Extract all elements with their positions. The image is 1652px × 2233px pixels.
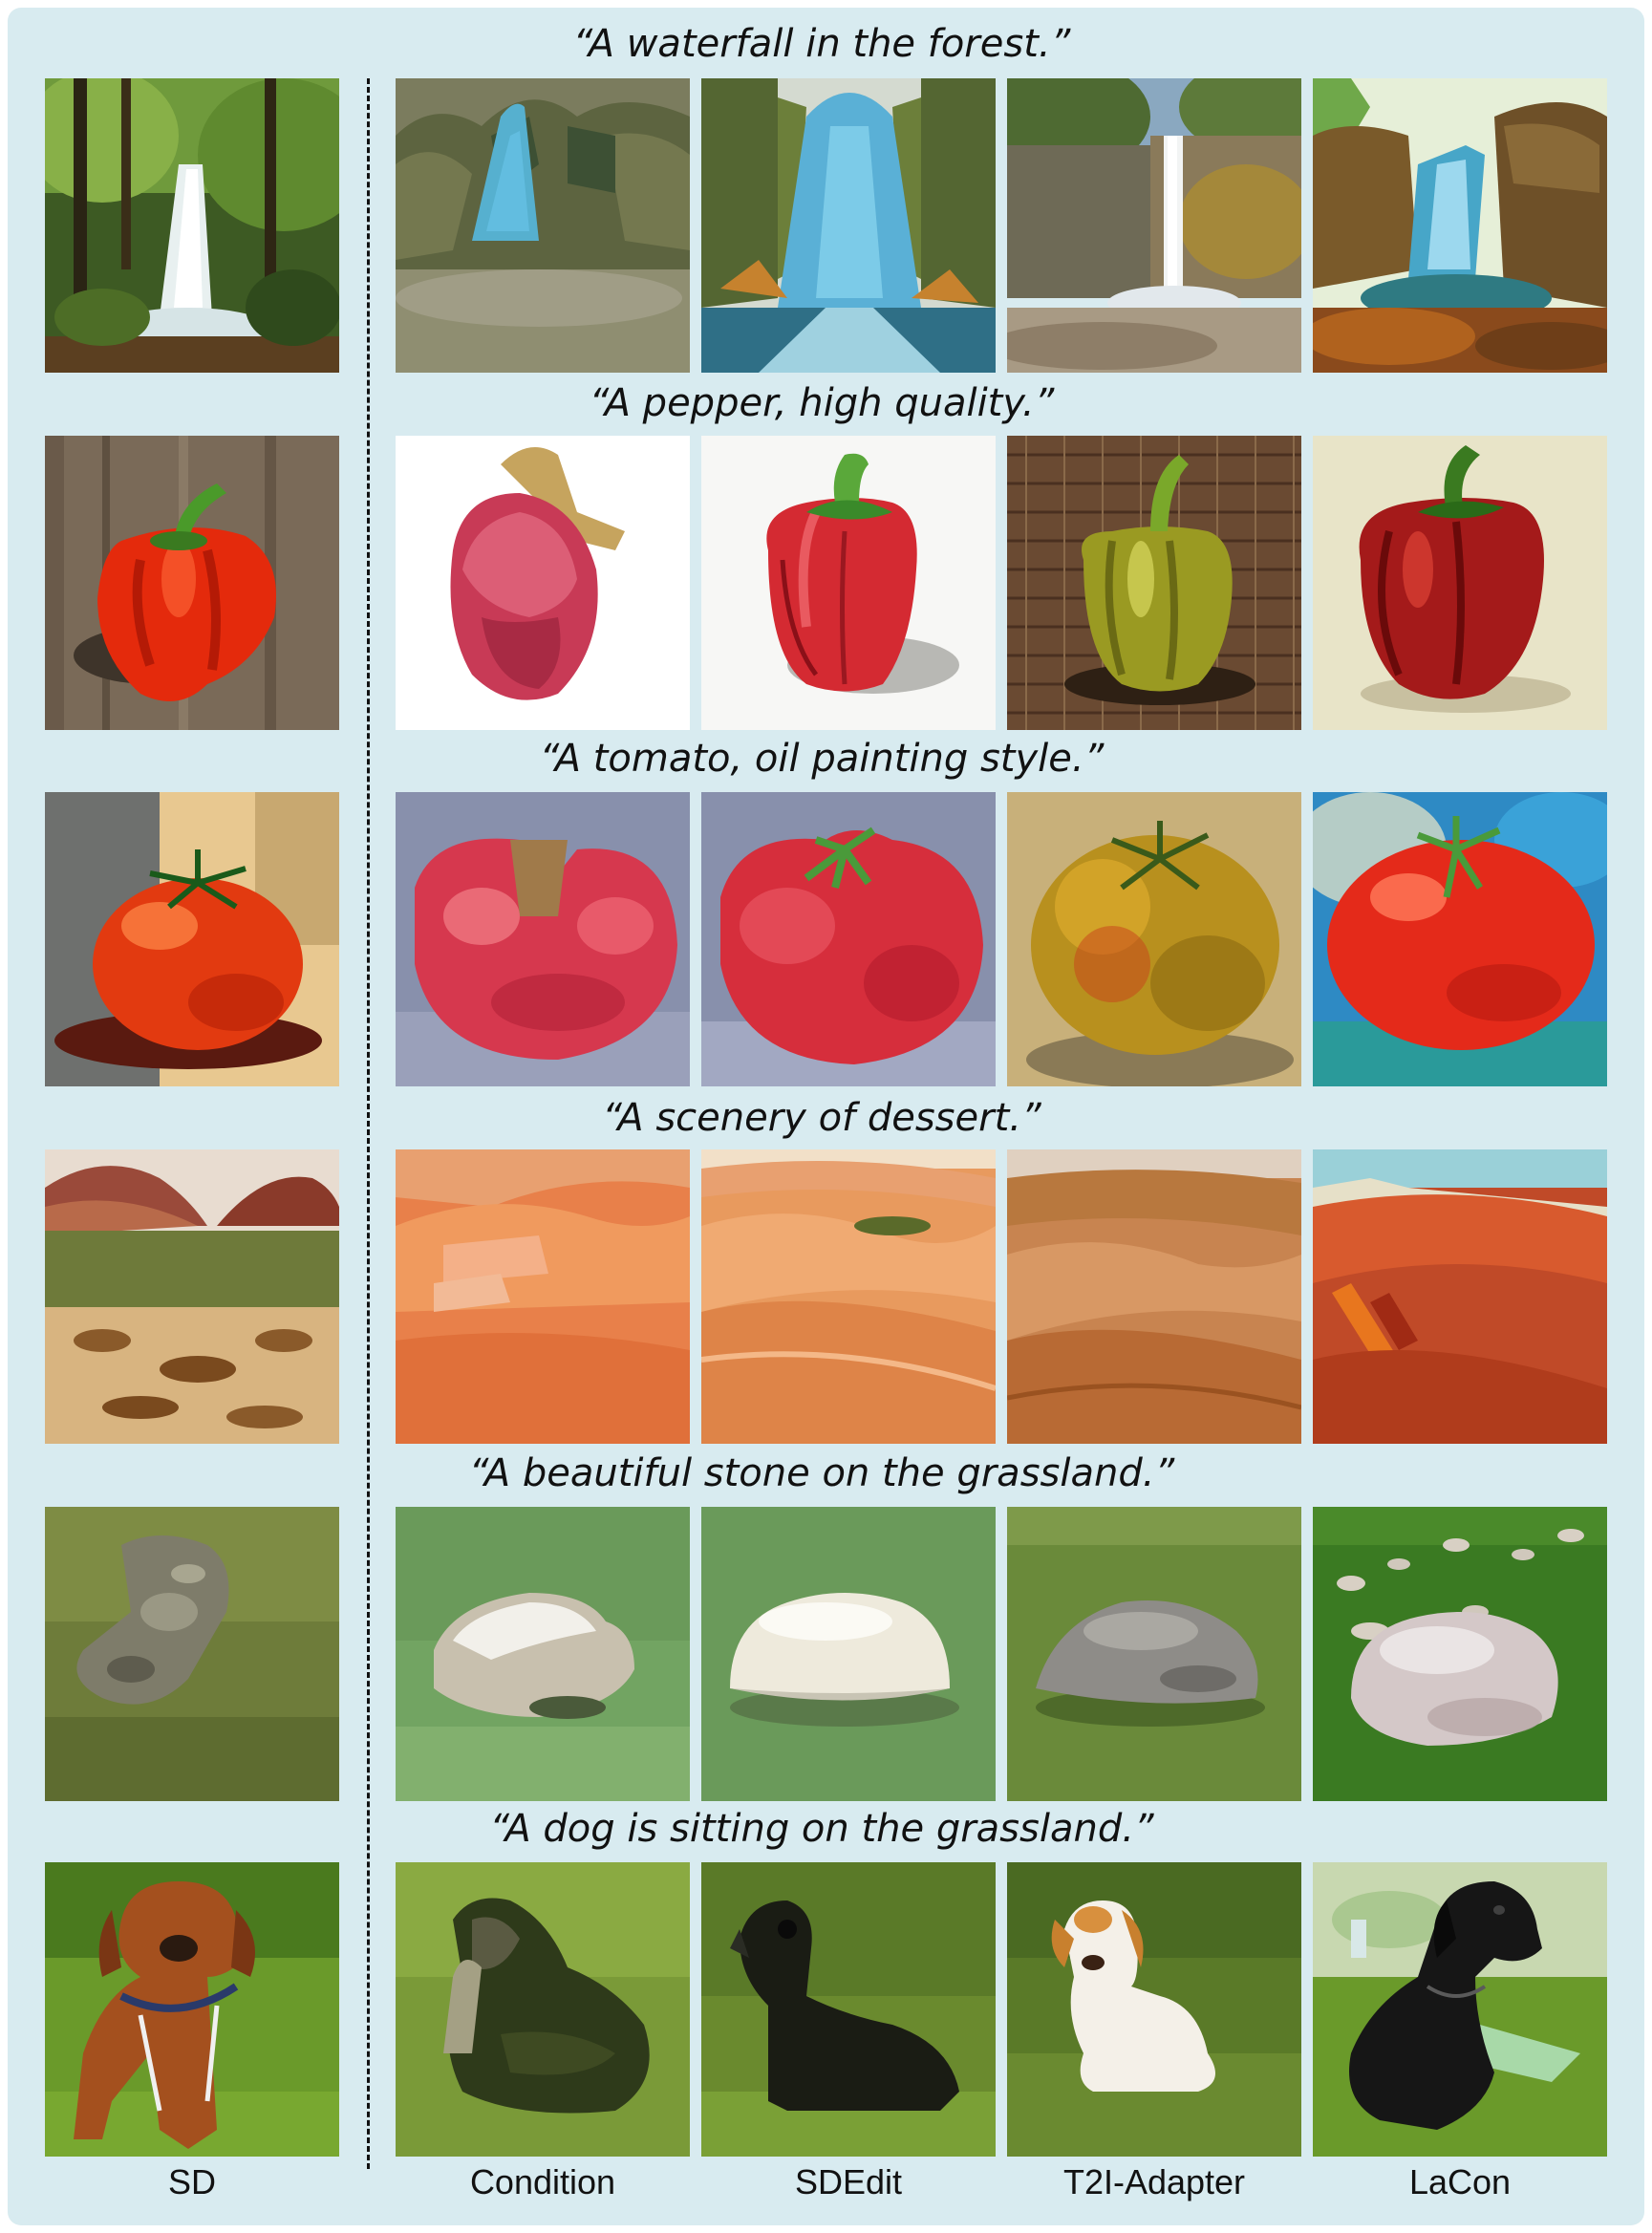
image-sdedit-dog <box>701 1862 996 2157</box>
image-condition-stone <box>396 1507 690 1801</box>
column-label-condition: Condition <box>469 2162 616 2201</box>
image-sdedit-tomato <box>701 792 996 1086</box>
image-sdedit-desert <box>701 1149 996 1444</box>
image-condition-pepper <box>396 436 690 730</box>
image-lacon-desert <box>1313 1149 1607 1444</box>
prompt-tomato: “A tomato, oil painting style.” <box>539 737 1105 781</box>
image-sdedit-waterfall <box>701 78 996 373</box>
image-t2i-tomato <box>1007 792 1301 1086</box>
image-t2i-desert <box>1007 1149 1301 1444</box>
prompt-pepper: “A pepper, high quality.” <box>589 381 1055 425</box>
image-sd-stone <box>45 1507 339 1801</box>
column-label-t2i-adapter: T2I-Adapter <box>1062 2162 1246 2201</box>
image-sdedit-pepper <box>701 436 996 730</box>
image-condition-dog <box>396 1862 690 2157</box>
prompt-stone: “A beautiful stone on the grassland.” <box>468 1451 1175 1495</box>
column-label-lacon: LaCon <box>1408 2162 1512 2201</box>
image-lacon-pepper <box>1313 436 1607 730</box>
image-lacon-waterfall <box>1313 78 1607 373</box>
image-lacon-dog <box>1313 1862 1607 2157</box>
prompt-dog: “A dog is sitting on the grassland.” <box>489 1807 1154 1851</box>
prompt-waterfall: “A waterfall in the forest.” <box>572 22 1071 66</box>
image-t2i-dog <box>1007 1862 1301 2157</box>
image-sd-pepper <box>45 436 339 730</box>
dashed-divider <box>367 78 370 2169</box>
image-condition-tomato <box>396 792 690 1086</box>
image-sd-waterfall <box>45 78 339 373</box>
image-sdedit-stone <box>701 1507 996 1801</box>
image-t2i-waterfall <box>1007 78 1301 373</box>
image-sd-desert <box>45 1149 339 1444</box>
image-condition-waterfall <box>396 78 690 373</box>
prompt-desert: “A scenery of dessert.” <box>602 1096 1041 1140</box>
image-condition-desert <box>396 1149 690 1444</box>
image-sd-tomato <box>45 792 339 1086</box>
image-sd-dog <box>45 1862 339 2157</box>
image-t2i-pepper <box>1007 436 1301 730</box>
column-label-sd: SD <box>167 2162 216 2201</box>
image-t2i-stone <box>1007 1507 1301 1801</box>
column-label-sdedit: SDEdit <box>794 2162 903 2201</box>
image-lacon-tomato <box>1313 792 1607 1086</box>
image-lacon-stone <box>1313 1507 1607 1801</box>
